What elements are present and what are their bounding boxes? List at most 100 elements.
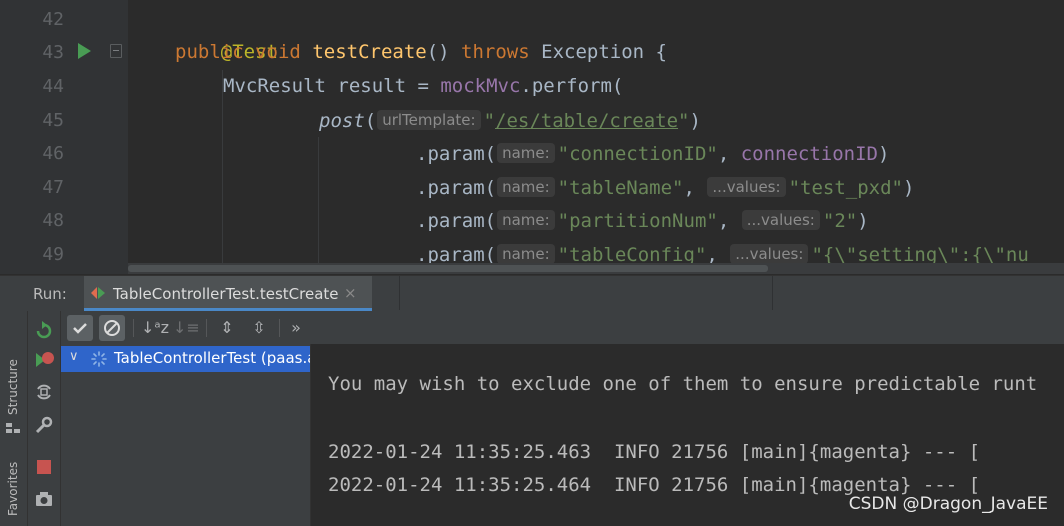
paren-token: () (426, 41, 450, 63)
close-icon[interactable]: × (344, 284, 357, 302)
tool-window-strip: Structure Favorites (0, 311, 28, 526)
toolbar-separator (133, 319, 134, 337)
toolbar-separator (279, 319, 280, 337)
junit-run-icon (91, 287, 105, 299)
sort-alphabetically-button[interactable]: ↓ᵃz (141, 315, 170, 341)
parameter-hint: name: (497, 177, 555, 197)
stop-icon[interactable] (33, 456, 55, 478)
keyword-token: public (175, 41, 244, 63)
more-actions-button[interactable]: » (283, 315, 309, 341)
field-token: mockMvc (440, 75, 521, 97)
paren-token: ) (878, 143, 890, 165)
editor-gutter: 42 43 44 45 46 47 48 49 (0, 0, 128, 274)
run-label: Run: (33, 285, 67, 303)
parameter-hint: ...values: (730, 244, 809, 264)
comma-token: , (717, 143, 741, 165)
keyword-token: void (255, 41, 301, 63)
expand-all-button[interactable]: ⇕ (214, 315, 240, 341)
header-divider (772, 276, 773, 310)
wrench-icon[interactable] (33, 414, 55, 436)
run-config-tab[interactable]: TableControllerTest.testCreate × (84, 276, 372, 311)
string-token: "tableName" (557, 177, 684, 199)
paren-token: ) (857, 210, 869, 232)
paren-token: ) (902, 177, 915, 199)
parameter-hint: urlTemplate: (377, 110, 481, 130)
comma-token: , (683, 177, 707, 199)
static-method-token: post (319, 110, 365, 132)
line-number: 47 (42, 177, 64, 198)
collapse-all-icon: ⇳ (252, 318, 266, 337)
chevron-down-icon[interactable]: ∨ (69, 349, 79, 364)
console-line: 2022-01-24 11:35:25.464 INFO 21756 [main… (328, 474, 981, 496)
test-tree-panel: ∨ TableControllerTest (paas.a (61, 344, 316, 526)
watermark: CSDN @Dragon_JavaEE (848, 494, 1048, 514)
console-line: You may wish to exclude one of them to e… (328, 373, 1038, 395)
parameter-hint: name: (497, 143, 555, 163)
paren-token: ( (364, 110, 377, 132)
string-token: " (483, 110, 496, 132)
tree-item-tablecontrollertest[interactable]: ∨ TableControllerTest (paas.a (61, 346, 316, 372)
show-ignored-button[interactable] (99, 315, 125, 341)
ignored-icon (104, 320, 120, 336)
line-number: 44 (42, 76, 64, 97)
expand-all-icon: ⇕ (220, 318, 234, 337)
parameter-hint: ...values: (707, 177, 786, 197)
line-number: 45 (42, 110, 64, 131)
code-line-43: public void testCreate() throws Exceptio… (175, 36, 667, 69)
line-number: 43 (42, 42, 64, 63)
line-number: 48 (42, 210, 64, 231)
toggle-auto-test-icon[interactable] (33, 381, 55, 403)
rerun-icon[interactable] (33, 319, 55, 341)
call-token: .param( (416, 210, 497, 232)
tree-item-label: TableControllerTest (paas.a (114, 349, 317, 367)
run-test-gutter-icon[interactable] (78, 43, 91, 59)
parameter-hint: name: (497, 244, 555, 264)
string-token: " (678, 110, 690, 132)
console-line: 2022-01-24 11:35:25.463 INFO 21756 [main… (328, 441, 981, 463)
test-results-toolbar: ↓ᵃz ↓≡ ⇕ ⇳ » (61, 311, 1064, 344)
call-token: .param( (416, 143, 497, 165)
line-number: 49 (42, 244, 64, 265)
sort-alpha-icon: ↓ᵃz (141, 318, 170, 337)
run-tool-window-header: Run: TableControllerTest.testCreate × (0, 275, 1064, 311)
comma-token: , (717, 210, 741, 232)
code-editor[interactable]: 42 43 44 45 46 47 48 49 @Test public voi… (0, 0, 1064, 274)
favorites-tab[interactable]: Favorites (6, 462, 20, 516)
parameter-hint: name: (497, 210, 555, 230)
camera-icon[interactable] (33, 488, 55, 510)
code-line-44: MvcResult result = mockMvc.perform( (223, 70, 623, 103)
field-token: connectionID (740, 143, 878, 165)
horizontal-scrollbar[interactable] (128, 263, 1064, 274)
run-tab-label: TableControllerTest.testCreate (113, 285, 339, 303)
fold-marker-icon[interactable] (110, 44, 122, 58)
url-link[interactable]: /es/table/create (495, 110, 678, 132)
sort-duration-icon: ↓≡ (173, 318, 200, 337)
scrollbar-thumb[interactable] (128, 265, 768, 272)
rerun-failed-icon[interactable] (33, 349, 55, 371)
indent-guide (318, 137, 319, 265)
double-chevron-right-icon: » (291, 318, 301, 337)
code-line-46: .param(name: "connectionID", connectionID… (416, 137, 889, 171)
structure-tab[interactable]: Structure (6, 359, 20, 415)
declaration-token: MvcResult result = (223, 75, 441, 97)
collapse-all-button[interactable]: ⇳ (246, 315, 272, 341)
parameter-hint: ...values: (741, 210, 820, 230)
string-token: "test_pxd" (788, 177, 903, 199)
string-token: "2" (822, 210, 858, 232)
string-token: "connectionID" (557, 143, 718, 165)
running-spinner-icon (91, 351, 107, 367)
call-token: .perform( (520, 75, 624, 97)
header-divider (399, 276, 400, 310)
code-line-47: .param(name: "tableName", ...values: "test… (416, 171, 914, 205)
code-line-45: post(urlTemplate: "/es/table/create") (319, 104, 701, 138)
method-name-token: testCreate (312, 41, 427, 63)
line-number: 46 (42, 143, 64, 164)
paren-token: ) (689, 110, 701, 132)
run-actions-column (28, 311, 61, 526)
sort-by-duration-button[interactable]: ↓≡ (173, 315, 200, 341)
show-passed-button[interactable] (67, 315, 93, 341)
code-line-48: .param(name: "partitionNum", ...values: "2… (416, 204, 869, 238)
structure-icon (6, 423, 20, 433)
toolbar-separator (206, 319, 207, 337)
string-token: "partitionNum" (557, 210, 718, 232)
